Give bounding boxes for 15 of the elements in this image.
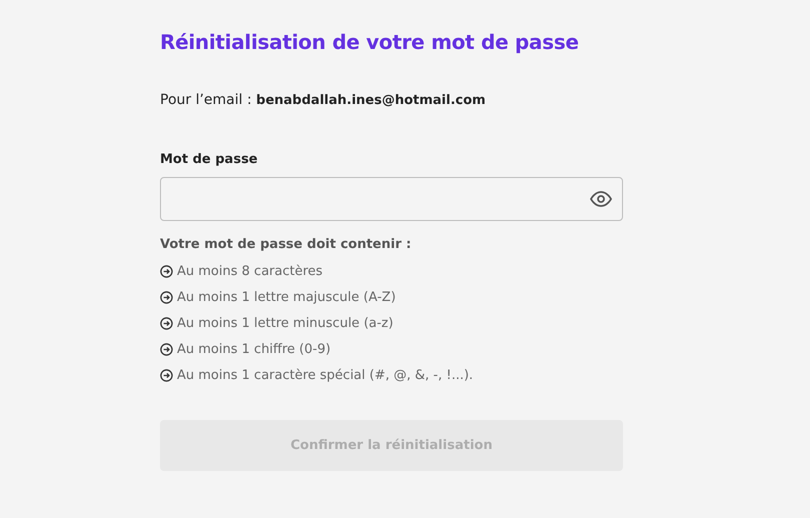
page-title: Réinitialisation de votre mot de passe bbox=[160, 30, 580, 54]
requirement-text: Au moins 1 caractère spécial (#, @, &, -, !...). bbox=[177, 368, 474, 382]
arrow-circle-icon bbox=[160, 342, 173, 356]
arrow-circle-icon bbox=[160, 368, 173, 382]
requirement-text: Au moins 1 chiffre (0-9) bbox=[177, 342, 331, 356]
arrow-circle-icon bbox=[160, 316, 173, 330]
arrow-circle-icon bbox=[160, 264, 173, 278]
requirements-heading: Votre mot de passe doit contenir : bbox=[160, 237, 412, 252]
field-label: Mot de passe bbox=[160, 152, 259, 167]
email-line: Pour l’email : benabdallah.ines@hotmail.com bbox=[160, 92, 487, 108]
requirement-text: Au moins 1 lettre majuscule (A-Z) bbox=[177, 290, 396, 304]
requirement-text: Au moins 1 lettre minuscule (a-z) bbox=[177, 316, 394, 330]
arrow-circle-icon bbox=[160, 290, 173, 304]
password-field[interactable] bbox=[160, 177, 623, 221]
requirement-text: Au moins 8 caractères bbox=[177, 264, 323, 278]
